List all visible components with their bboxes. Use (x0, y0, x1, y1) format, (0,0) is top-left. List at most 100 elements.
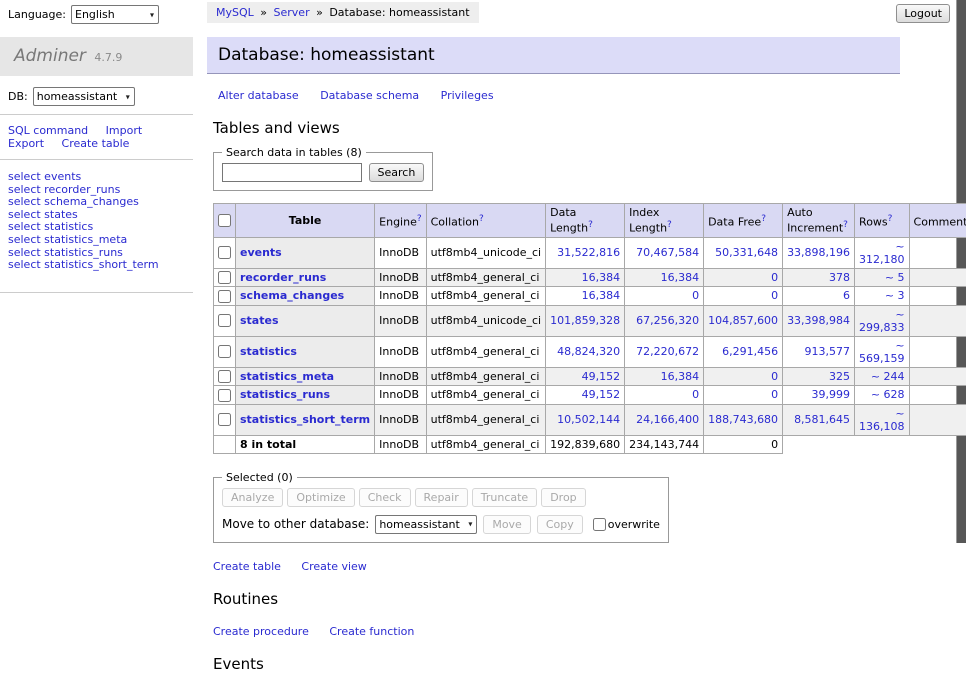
page-title: Database: homeassistant (207, 37, 900, 74)
table-link[interactable]: statistics_short_term (240, 413, 370, 426)
create-table-link[interactable]: Create table (213, 560, 281, 573)
row-checkbox[interactable] (218, 246, 231, 259)
data-length-link[interactable]: 49,152 (582, 370, 621, 383)
data-free-link[interactable]: 188,743,680 (708, 413, 778, 426)
data-length-link[interactable]: 48,824,320 (557, 345, 620, 358)
privileges-link[interactable]: Privileges (441, 89, 494, 102)
sidebar-select-link[interactable]: select schema_changes (8, 196, 185, 209)
overwrite-checkbox[interactable] (593, 518, 606, 531)
auto-increment-link[interactable]: 8,581,645 (794, 413, 850, 426)
copy-button[interactable]: Copy (537, 515, 583, 534)
select-all-checkbox[interactable] (218, 214, 231, 227)
index-length-link[interactable]: 0 (692, 289, 699, 302)
sidebar-select-link[interactable]: select statistics_short_term (8, 259, 185, 272)
create-function-link[interactable]: Create function (329, 625, 414, 638)
rows-link[interactable]: ~ 244 (871, 370, 905, 383)
data-free-link[interactable]: 6,291,456 (722, 345, 778, 358)
logout-button[interactable]: Logout (896, 4, 950, 23)
auto-increment-link[interactable]: 913,577 (805, 345, 851, 358)
check-button[interactable]: Check (359, 488, 411, 507)
row-checkbox[interactable] (218, 345, 231, 358)
rows-link[interactable]: ~ 569,159 (859, 339, 905, 365)
sidebar-divider (0, 292, 193, 293)
data-free-link[interactable]: 0 (771, 370, 778, 383)
data-length-link[interactable]: 101,859,328 (550, 314, 620, 327)
row-checkbox[interactable] (218, 389, 231, 402)
sql-command-link[interactable]: SQL command (8, 124, 88, 137)
export-link[interactable]: Export (8, 137, 44, 150)
table-link[interactable]: events (240, 246, 282, 259)
column-help-link[interactable]: ? (588, 220, 593, 230)
db-select[interactable]: homeassistant (33, 87, 135, 106)
search-input[interactable] (222, 163, 362, 182)
breadcrumb-server-link[interactable]: Server (274, 6, 310, 19)
column-help-link[interactable]: ? (417, 214, 422, 224)
table-link[interactable]: schema_changes (240, 289, 344, 302)
auto-increment-link[interactable]: 39,999 (812, 388, 851, 401)
data-length-link[interactable]: 10,502,144 (557, 413, 620, 426)
index-length-link[interactable]: 24,166,400 (636, 413, 699, 426)
auto-increment-link[interactable]: 6 (843, 289, 850, 302)
move-button[interactable]: Move (483, 515, 531, 534)
auto-increment-link[interactable]: 325 (829, 370, 850, 383)
table-link[interactable]: statistics (240, 345, 297, 358)
index-length-link[interactable]: 70,467,584 (636, 246, 699, 259)
data-free-link[interactable]: 50,331,648 (715, 246, 778, 259)
index-length-link[interactable]: 16,384 (661, 370, 700, 383)
database-schema-link[interactable]: Database schema (320, 89, 419, 102)
table-link[interactable]: statistics_runs (240, 388, 330, 401)
row-checkbox[interactable] (218, 314, 231, 327)
breadcrumb-mysql-link[interactable]: MySQL (216, 6, 254, 19)
create-view-link[interactable]: Create view (301, 560, 366, 573)
rows-link[interactable]: ~ 136,108 (859, 407, 905, 433)
data-free-link[interactable]: 0 (771, 271, 778, 284)
drop-button[interactable]: Drop (541, 488, 585, 507)
optimize-button[interactable]: Optimize (287, 488, 354, 507)
data-free-link[interactable]: 104,857,600 (708, 314, 778, 327)
move-database-select[interactable]: homeassistant (375, 515, 477, 534)
create-table-sidebar-link[interactable]: Create table (62, 137, 130, 150)
data-length-link[interactable]: 49,152 (582, 388, 621, 401)
language-select[interactable]: English (71, 5, 159, 24)
row-checkbox[interactable] (218, 370, 231, 383)
row-checkbox[interactable] (218, 413, 231, 426)
app-name-link[interactable]: Adminer (14, 46, 86, 66)
create-procedure-link[interactable]: Create procedure (213, 625, 309, 638)
rows-link[interactable]: ~ 3 (885, 289, 905, 302)
table-link[interactable]: states (240, 314, 279, 327)
data-free-link[interactable]: 0 (771, 289, 778, 302)
rows-link[interactable]: ~ 628 (871, 388, 905, 401)
auto-increment-link[interactable]: 33,398,984 (787, 314, 850, 327)
table-name-cell: schema_changes (236, 287, 375, 306)
row-checkbox[interactable] (218, 290, 231, 303)
rows-link[interactable]: ~ 5 (885, 271, 905, 284)
table-link[interactable]: recorder_runs (240, 271, 326, 284)
rows-link[interactable]: ~ 299,833 (859, 308, 905, 334)
repair-button[interactable]: Repair (415, 488, 468, 507)
sidebar-select-link[interactable]: select events (8, 171, 185, 184)
column-help-link[interactable]: ? (667, 220, 672, 230)
index-length-link[interactable]: 72,220,672 (636, 345, 699, 358)
column-help-link[interactable]: ? (888, 214, 893, 224)
search-button[interactable]: Search (369, 163, 425, 182)
row-checkbox[interactable] (218, 271, 231, 284)
data-length-link[interactable]: 31,522,816 (557, 246, 620, 259)
analyze-button[interactable]: Analyze (222, 488, 283, 507)
data-length-link[interactable]: 16,384 (582, 289, 621, 302)
data-length-link[interactable]: 16,384 (582, 271, 621, 284)
column-help-link[interactable]: ? (479, 214, 484, 224)
import-link[interactable]: Import (106, 124, 143, 137)
rows-link[interactable]: ~ 312,180 (859, 240, 905, 266)
alter-database-link[interactable]: Alter database (218, 89, 299, 102)
index-length-link[interactable]: 67,256,320 (636, 314, 699, 327)
column-help-link[interactable]: ? (843, 220, 848, 230)
auto-increment-link[interactable]: 33,898,196 (787, 246, 850, 259)
auto-increment-link[interactable]: 378 (829, 271, 850, 284)
index-length-link[interactable]: 0 (692, 388, 699, 401)
column-help-link[interactable]: ? (761, 214, 766, 224)
index-length-link[interactable]: 16,384 (661, 271, 700, 284)
data-free-link[interactable]: 0 (771, 388, 778, 401)
truncate-button[interactable]: Truncate (472, 488, 537, 507)
sidebar-select-link[interactable]: select statistics_meta (8, 234, 185, 247)
table-link[interactable]: statistics_meta (240, 370, 334, 383)
